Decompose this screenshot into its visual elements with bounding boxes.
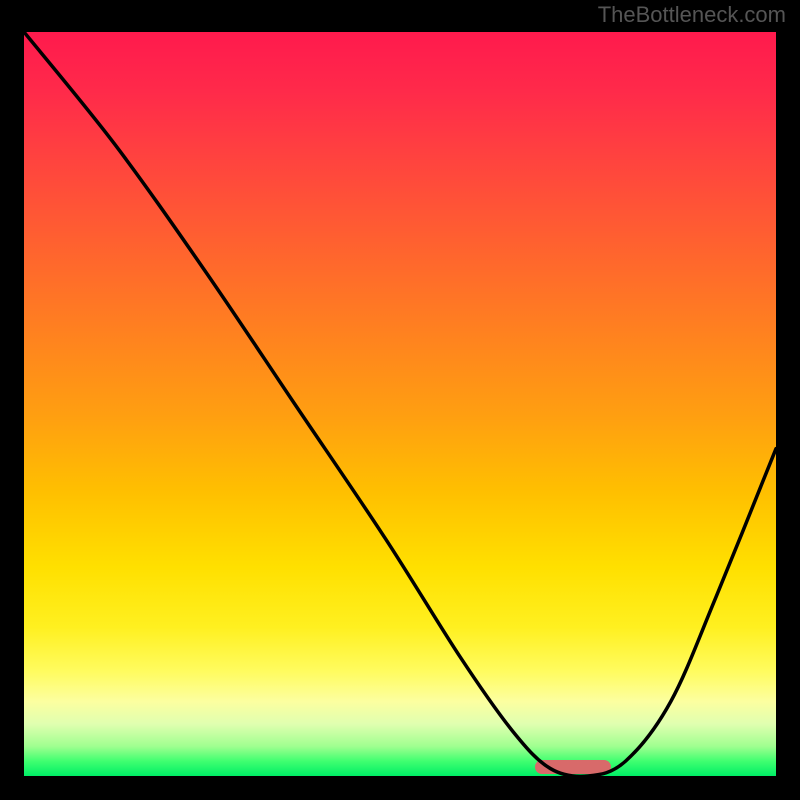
chart-plot-area xyxy=(24,32,776,776)
chart-frame xyxy=(14,28,786,786)
bottleneck-curve-line xyxy=(24,32,776,776)
watermark-text: TheBottleneck.com xyxy=(598,2,786,28)
